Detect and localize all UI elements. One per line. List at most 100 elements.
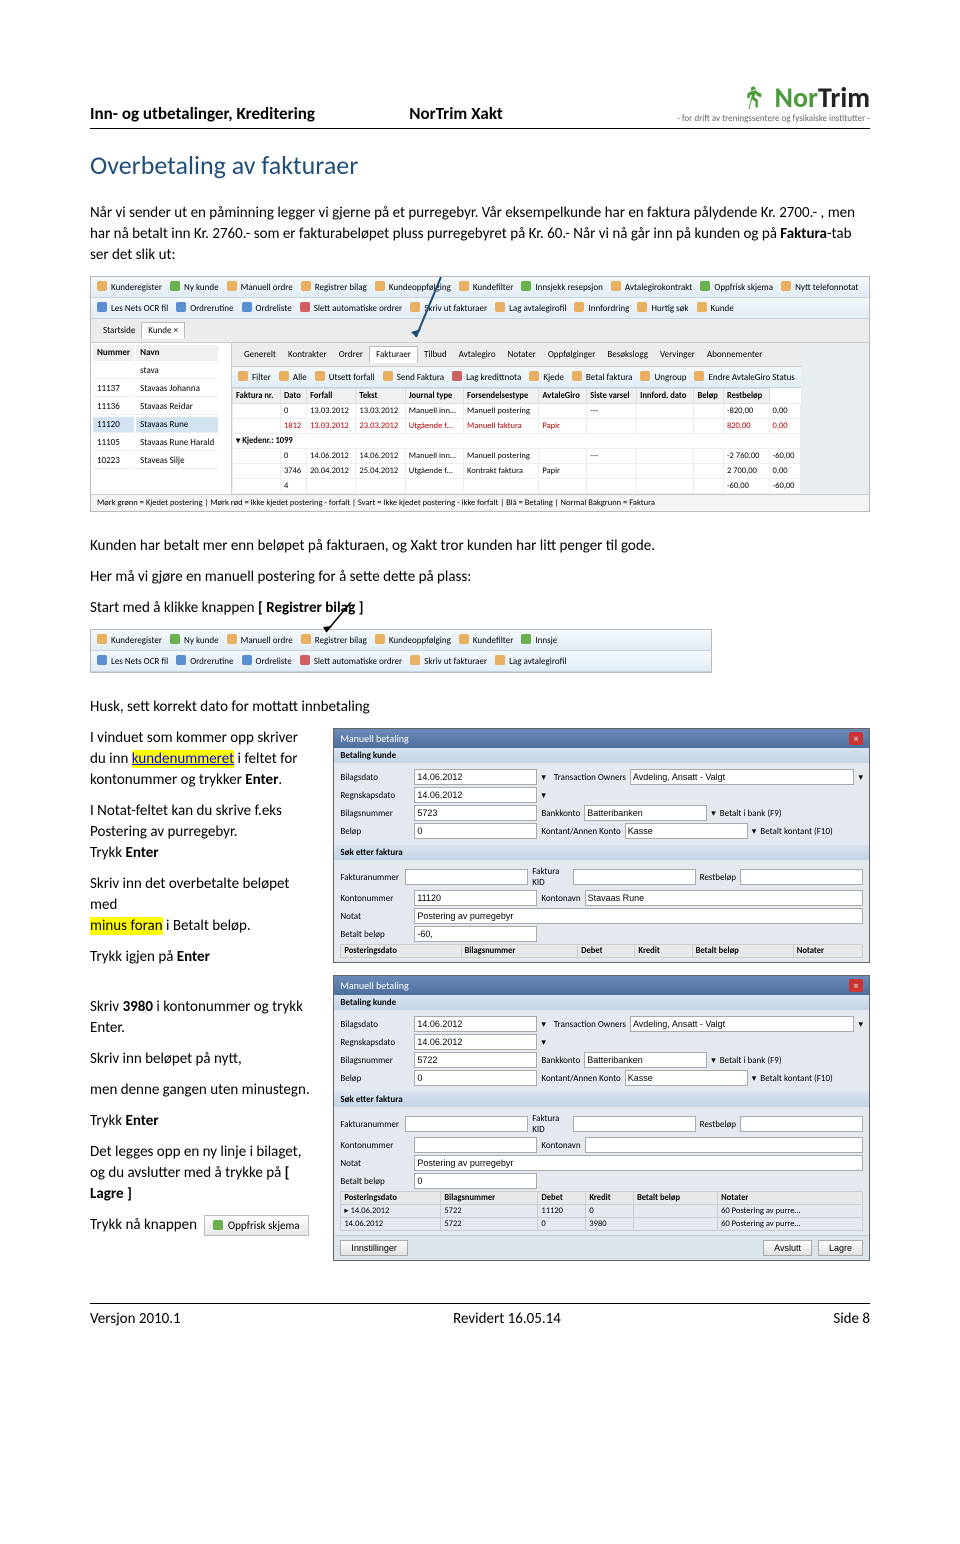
toolbar-item[interactable]: Oppfrisk skjema bbox=[700, 281, 773, 293]
p2: Kunden har betalt mer enn beløpet på fak… bbox=[90, 536, 870, 557]
toolbar-item[interactable]: Send Faktura bbox=[383, 371, 444, 383]
toolbar-item[interactable]: Nytt telefonnotat bbox=[781, 281, 858, 293]
sub-tab[interactable]: Abonnementer bbox=[701, 347, 768, 362]
toolbar-item[interactable]: Kunderegister bbox=[97, 281, 162, 293]
sub-tab[interactable]: Vervinger bbox=[654, 347, 701, 362]
belop-input[interactable] bbox=[414, 823, 537, 839]
toolbar-item[interactable]: Kundeoppfølging bbox=[375, 281, 451, 293]
lagre-button[interactable]: Lagre bbox=[818, 1240, 863, 1256]
toolbar-item[interactable]: Ny kunde bbox=[170, 281, 219, 293]
bilagsdato-input[interactable] bbox=[414, 769, 537, 785]
sub-tab[interactable]: Tilbud bbox=[418, 347, 453, 362]
toolbar-item[interactable]: Registrer bilag bbox=[301, 281, 367, 293]
close-icon[interactable]: × bbox=[849, 979, 863, 992]
toolbar-item[interactable]: Ordrerutine bbox=[176, 655, 233, 667]
toolbar-item[interactable]: Les Nets OCR fil bbox=[97, 655, 168, 667]
page-title: Overbetaling av fakturaer bbox=[90, 149, 870, 181]
toolbar-item[interactable]: Innsjekk resepsjon bbox=[521, 281, 602, 293]
toolbar-item[interactable]: Ordreliste bbox=[242, 302, 292, 314]
sub-tab[interactable]: Ordrer bbox=[333, 347, 369, 362]
toolbar-item[interactable]: Kunde bbox=[697, 302, 734, 314]
dialog-title: Manuell betaling bbox=[340, 732, 408, 745]
notat-input[interactable] bbox=[414, 908, 863, 924]
dialog-title: Manuell betaling bbox=[340, 979, 408, 992]
postering-grid-2: PosteringsdatoBilagsnummerDebetKreditBet… bbox=[340, 1191, 863, 1231]
toolbar-item[interactable]: Kundefilter bbox=[459, 281, 514, 293]
toolbar-item[interactable]: Slett automatiske ordrer bbox=[300, 655, 403, 667]
toolbar-item[interactable]: Ordrerutine bbox=[176, 302, 233, 314]
close-icon[interactable]: × bbox=[849, 732, 863, 745]
main-tab[interactable]: Kunde × bbox=[141, 322, 185, 339]
p9: Trykk igjen på Enter bbox=[90, 947, 313, 968]
toolbar-item[interactable]: Ungroup bbox=[640, 371, 686, 383]
toolbar-item[interactable]: Filter bbox=[238, 371, 271, 383]
toolbar-item[interactable]: Slett automatiske ordrer bbox=[300, 302, 403, 314]
p10: Skriv 3980 i kontonummer og trykk Enter. bbox=[90, 997, 313, 1039]
faknum-input[interactable] bbox=[405, 869, 528, 885]
sub-tab[interactable]: Generelt bbox=[238, 347, 282, 362]
toolbar-row2: Les Nets OCR fil Ordrerutine Ordreliste … bbox=[91, 651, 711, 672]
toolbar-item[interactable]: Avtalegirokontrakt bbox=[611, 281, 693, 293]
p3: Her må vi gjøre en manuell postering for… bbox=[90, 567, 870, 588]
customer-list: NummerNavnstava11137Stavaas Johanna11136… bbox=[91, 343, 232, 494]
toolbar-item[interactable]: Utsett forfall bbox=[315, 371, 375, 383]
toolbar-item[interactable]: Manuell ordre bbox=[227, 281, 293, 293]
toolbar-item[interactable]: Innfordring bbox=[574, 302, 629, 314]
p12: men denne gangen uten minustegn. bbox=[90, 1080, 313, 1101]
toolbar-item[interactable]: Skriv ut fakturaer bbox=[410, 302, 487, 314]
kontant-input[interactable] bbox=[625, 823, 748, 839]
customer-row[interactable]: 11105Stavaas Rune Harald bbox=[93, 435, 218, 451]
toolbar-item[interactable]: Innsje bbox=[521, 634, 557, 646]
toolbar-item[interactable]: Kundefilter bbox=[459, 634, 514, 646]
p7: I Notat-feltet kan du skrive f.eks Poste… bbox=[90, 801, 313, 864]
kontonummer-input[interactable] bbox=[414, 890, 537, 906]
sub-tab[interactable]: Fakturaer bbox=[369, 346, 418, 363]
bank-input[interactable] bbox=[584, 805, 707, 821]
regn-input[interactable] bbox=[414, 787, 537, 803]
dialog-manuell-betaling-2: Manuell betaling× Betaling kunde Bilagsd… bbox=[333, 975, 870, 1261]
toolbar-item[interactable]: Lag avtalegirofil bbox=[495, 655, 566, 667]
customer-row[interactable]: 11137Stavaas Johanna bbox=[93, 381, 218, 397]
bilagnr-input[interactable] bbox=[414, 805, 537, 821]
toolbar-item[interactable]: Betal faktura bbox=[572, 371, 633, 383]
main-tabs: StartsideKunde × bbox=[91, 319, 869, 343]
toolbar-item[interactable]: Kundeoppfølging bbox=[375, 634, 451, 646]
toolbar-item[interactable]: Kjede bbox=[529, 371, 564, 383]
sub-tab[interactable]: Notater bbox=[502, 347, 542, 362]
trans-input[interactable] bbox=[630, 769, 855, 785]
main-tab[interactable]: Startside bbox=[97, 323, 141, 338]
kontonavn-input[interactable] bbox=[585, 890, 863, 906]
betalt-belop-input[interactable] bbox=[414, 926, 537, 942]
toolbar-item[interactable]: Endre AvtaleGiro Status bbox=[694, 371, 794, 383]
customer-row[interactable]: 10223Staveas Silje bbox=[93, 453, 218, 469]
avslutt-button[interactable]: Avslutt bbox=[763, 1240, 812, 1256]
customer-row[interactable]: 11120Stavaas Rune bbox=[93, 417, 218, 433]
customer-row[interactable]: stava bbox=[93, 363, 218, 379]
toolbar-item[interactable]: Ordreliste bbox=[242, 655, 292, 667]
toolbar-item[interactable]: Alle bbox=[279, 371, 307, 383]
innstillinger-button[interactable]: Innstillinger bbox=[340, 1240, 408, 1256]
sub-tab[interactable]: Avtalegiro bbox=[453, 347, 502, 362]
p6: I vinduet som kommer opp skriver du inn … bbox=[90, 728, 313, 791]
sub-tab[interactable]: Besøkslogg bbox=[601, 347, 654, 362]
legend: Mørk grønn = Kjedet postering | Mørk rød… bbox=[91, 494, 869, 511]
toolbar-item[interactable]: Les Nets OCR fil bbox=[97, 302, 168, 314]
refresh-button[interactable]: Oppfrisk skjema bbox=[204, 1215, 308, 1236]
customer-row[interactable]: 11136Stavaas Reidar bbox=[93, 399, 218, 415]
toolbar-item[interactable]: Ny kunde bbox=[170, 634, 219, 646]
dialog-manuell-betaling-1: Manuell betaling× Betaling kunde Bilagsd… bbox=[333, 728, 870, 963]
toolbar-item[interactable]: Lag kredittnota bbox=[452, 371, 521, 383]
toolbar-item[interactable]: Registrer bilag bbox=[301, 634, 367, 646]
toolbar-item[interactable]: Manuell ordre bbox=[227, 634, 293, 646]
refresh-icon bbox=[213, 1220, 223, 1230]
toolbar-item[interactable]: Hurtig søk bbox=[637, 302, 688, 314]
page-footer: Versjon 2010.1 Revidert 16.05.14 Side 8 bbox=[90, 1303, 870, 1328]
sub-tab[interactable]: Kontrakter bbox=[282, 347, 333, 362]
footer-page: Side 8 bbox=[833, 1310, 870, 1328]
toolbar-item[interactable]: Lag avtalegirofil bbox=[495, 302, 566, 314]
toolbar-item[interactable]: Kunderegister bbox=[97, 634, 162, 646]
header-mid: NorTrim Xakt bbox=[409, 103, 503, 124]
sub-tab[interactable]: Oppfølginger bbox=[542, 347, 602, 362]
toolbar-item[interactable]: Skriv ut fakturaer bbox=[410, 655, 487, 667]
faktura-actions: Filter Alle Utsett forfall Send Faktura … bbox=[232, 367, 801, 388]
